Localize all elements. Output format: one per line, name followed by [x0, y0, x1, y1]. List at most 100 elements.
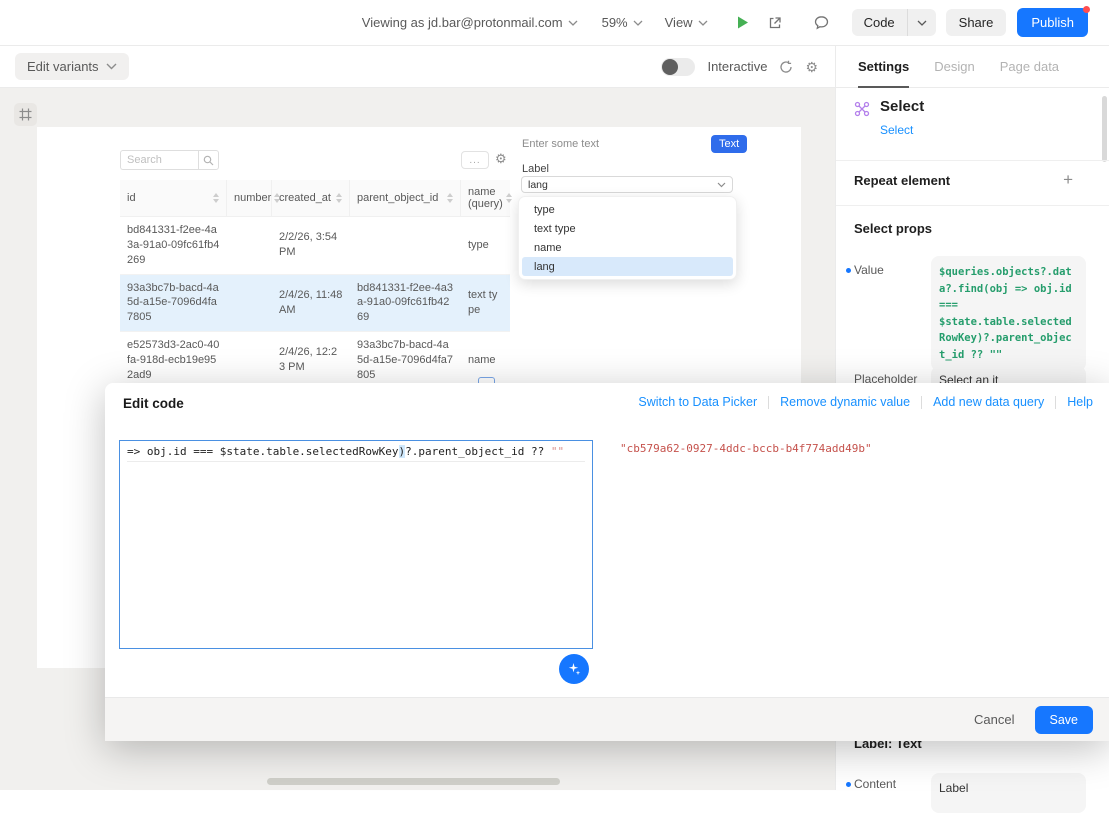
code-rest: ?.parent_object_id ??: [405, 445, 551, 458]
divider: [1055, 396, 1056, 409]
switch-to-data-picker-link[interactable]: Switch to Data Picker: [638, 395, 757, 409]
column-header-parent-object-id[interactable]: parent_object_id: [350, 180, 461, 216]
view-label: View: [665, 15, 693, 30]
value-prop-label: Value: [854, 263, 884, 277]
top-bar: Viewing as jd.bar@protonmail.com 59% Vie…: [0, 0, 1109, 46]
chevron-down-icon: [633, 20, 643, 26]
table-row-selected[interactable]: 93a3bc7b-bacd-4a5d-a15e-7096d4fa7805 2/4…: [120, 275, 510, 333]
cell-name: text type: [461, 275, 510, 332]
table-settings-gear-icon[interactable]: ⚙: [495, 152, 507, 165]
column-header-created-at[interactable]: created_at: [272, 180, 350, 216]
code-button[interactable]: Code: [852, 9, 907, 36]
panel-tabs: Settings Design Page data: [836, 46, 1109, 88]
interactive-label: Interactive: [707, 59, 767, 74]
remove-dynamic-value-link[interactable]: Remove dynamic value: [780, 395, 910, 409]
modal-links: Switch to Data Picker Remove dynamic val…: [638, 395, 1093, 409]
column-label: id: [127, 192, 136, 204]
notification-dot: [1083, 6, 1090, 13]
cell-parent-object-id: bd841331-f2ee-4a3a-91a0-09fc61fb4269: [350, 275, 461, 332]
table-header-row: id number created_at parent_object_id na…: [120, 180, 510, 217]
open-external-icon[interactable]: [767, 15, 783, 31]
settings-gear-icon[interactable]: ⚙: [805, 60, 818, 74]
code-dropdown-button[interactable]: [907, 9, 936, 36]
search-input[interactable]: [120, 150, 198, 170]
interactive-toggle[interactable]: [661, 58, 695, 76]
comments-icon[interactable]: [813, 14, 830, 31]
sparkles-icon: [567, 662, 581, 676]
cell-parent-object-id: [350, 217, 461, 274]
column-label: name (query): [468, 186, 503, 210]
zoom-level: 59%: [602, 15, 628, 30]
artboard-frame-button[interactable]: [14, 103, 37, 126]
column-label: number: [234, 192, 271, 204]
sort-icon[interactable]: [213, 193, 219, 203]
tab-page-data[interactable]: Page data: [1000, 46, 1059, 87]
prop-set-indicator: [846, 782, 851, 787]
cell-created-at: 2/2/26, 3:54 PM: [272, 217, 350, 274]
select-dropdown: type text type name lang: [518, 196, 737, 280]
dropdown-option-lang-selected[interactable]: lang: [522, 257, 733, 276]
cell-number: [227, 275, 272, 332]
ai-assist-button[interactable]: [559, 654, 589, 684]
select-props-heading: Select props: [854, 221, 932, 236]
zoom-dropdown[interactable]: 59%: [602, 15, 643, 30]
dropdown-option-type[interactable]: type: [522, 200, 733, 219]
viewing-as-dropdown[interactable]: Viewing as jd.bar@protonmail.com: [362, 15, 578, 30]
edit-variants-dropdown[interactable]: Edit variants: [15, 53, 129, 80]
sort-icon[interactable]: [447, 193, 453, 203]
toggle-knob: [662, 59, 678, 75]
column-header-id[interactable]: id: [120, 180, 227, 216]
text-button[interactable]: Text: [711, 135, 747, 153]
dropdown-option-name[interactable]: name: [522, 238, 733, 257]
search-icon: [203, 155, 214, 166]
value-prop-code[interactable]: $queries.objects?.data?.find(obj => obj.…: [931, 256, 1086, 371]
save-button[interactable]: Save: [1035, 706, 1094, 734]
table-row[interactable]: e52573d3-2ac0-40fa-918d-ecb19e952ad9 2/4…: [120, 332, 510, 390]
cancel-button[interactable]: Cancel: [974, 712, 1014, 727]
chevron-down-icon: [106, 63, 117, 70]
evaluation-result: "cb579a62-0927-4ddc-bccb-b4f774add49b": [620, 442, 872, 455]
share-button[interactable]: Share: [946, 9, 1007, 36]
text-input-caption: Enter some text: [522, 138, 599, 150]
panel-scrollbar[interactable]: [1102, 96, 1107, 162]
code-button-group: Code: [852, 9, 936, 36]
refresh-icon[interactable]: [779, 60, 793, 74]
table-more-button[interactable]: ...: [461, 151, 489, 169]
cell-parent-object-id: 93a3bc7b-bacd-4a5d-a15e-7096d4fa7805: [350, 332, 461, 389]
cell-id: 93a3bc7b-bacd-4a5d-a15e-7096d4fa7805: [120, 275, 227, 332]
component-title: Select: [880, 98, 924, 115]
preview-play-button[interactable]: [734, 14, 751, 31]
column-label: created_at: [279, 192, 331, 204]
code-line: => obj.id === $state.table.selectedRowKe…: [127, 445, 585, 462]
column-header-name-query[interactable]: name (query): [461, 180, 510, 216]
add-new-data-query-link[interactable]: Add new data query: [933, 395, 1044, 409]
chevron-down-icon: [568, 20, 578, 26]
column-header-number[interactable]: number: [227, 180, 272, 216]
cell-created-at: 2/4/26, 11:48 AM: [272, 275, 350, 332]
sort-icon[interactable]: [506, 193, 512, 203]
repeat-element-label: Repeat element: [854, 173, 950, 188]
help-link[interactable]: Help: [1067, 395, 1093, 409]
lang-select[interactable]: lang: [521, 176, 733, 193]
table-row[interactable]: bd841331-f2ee-4a3a-91a0-09fc61fb4269 2/2…: [120, 217, 510, 275]
edit-code-modal: Edit code Switch to Data Picker Remove d…: [105, 383, 1109, 741]
modal-title: Edit code: [123, 396, 184, 411]
sort-icon[interactable]: [336, 193, 342, 203]
divider: [921, 396, 922, 409]
search-button[interactable]: [198, 150, 219, 170]
prop-set-indicator: [846, 268, 851, 273]
publish-button[interactable]: Publish: [1017, 8, 1088, 37]
tab-settings[interactable]: Settings: [858, 46, 909, 87]
tab-design[interactable]: Design: [934, 46, 974, 87]
component-link[interactable]: Select: [880, 123, 913, 137]
content-prop-value[interactable]: Label: [931, 773, 1086, 813]
table-search: [120, 150, 219, 170]
code-editor[interactable]: => obj.id === $state.table.selectedRowKe…: [119, 440, 593, 649]
chevron-down-icon: [698, 20, 708, 26]
dropdown-option-text-type[interactable]: text type: [522, 219, 733, 238]
view-dropdown[interactable]: View: [665, 15, 708, 30]
column-label: parent_object_id: [357, 192, 438, 204]
component-icon: [854, 101, 870, 117]
add-repeat-button[interactable]: +: [1063, 170, 1073, 190]
horizontal-scrollbar[interactable]: [267, 778, 560, 785]
